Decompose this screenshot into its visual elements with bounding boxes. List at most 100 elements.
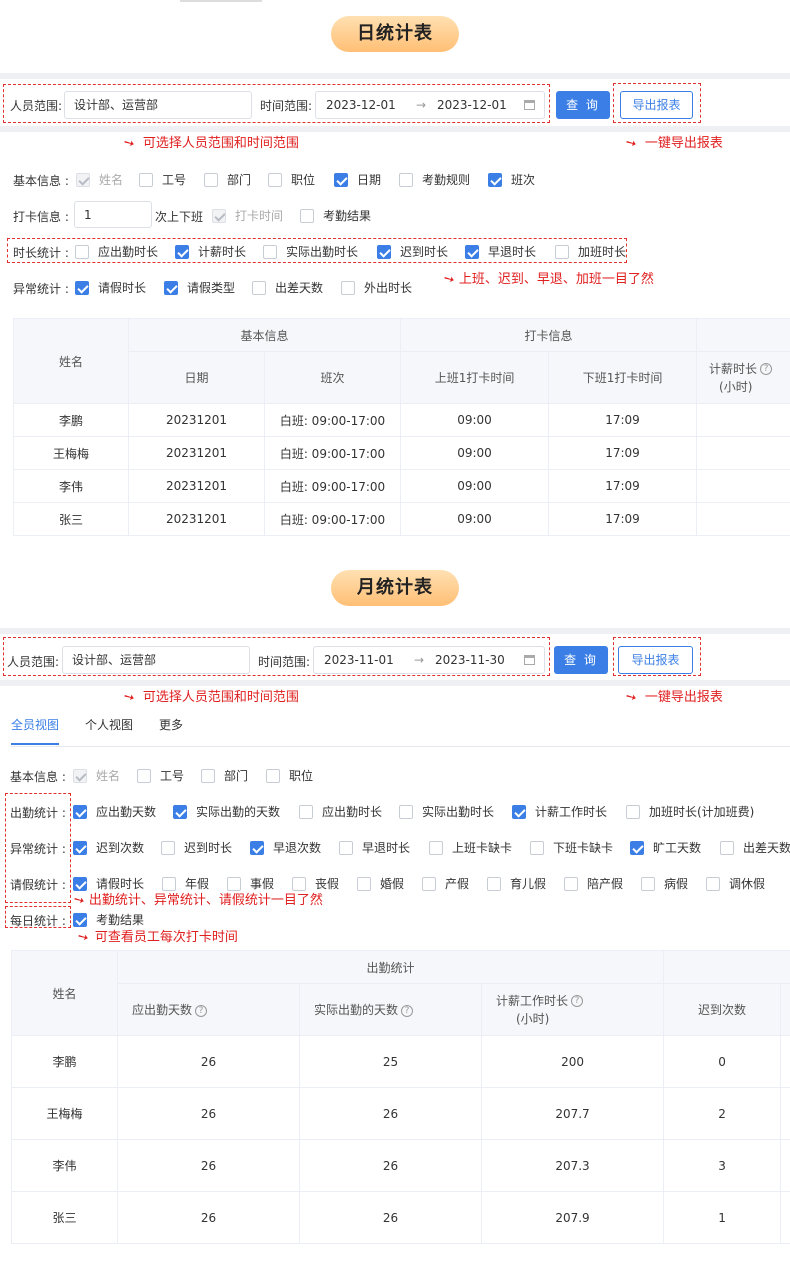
punch-count-input[interactable]: 1 <box>74 201 152 228</box>
help-icon[interactable]: ? <box>760 363 773 375</box>
tab-全员视图[interactable]: 全员视图 <box>11 716 60 745</box>
checkbox-班次[interactable]: 班次 <box>488 171 535 188</box>
checkmark-icon <box>630 840 644 855</box>
checkmark-icon <box>73 768 87 783</box>
note-daily: ➘ 可查看员工每次打卡时间 <box>74 928 238 947</box>
group-attend: 出勤统计 <box>116 950 665 984</box>
checkbox-请假时长[interactable]: 请假时长 <box>75 279 146 296</box>
checkbox-应出勤时长[interactable]: 应出勤时长 <box>75 243 158 260</box>
note-range: ➘ 可选择人员范围和时间范围 <box>120 688 299 707</box>
checkbox-工号[interactable]: 工号 <box>137 767 184 784</box>
checkmark-icon <box>73 840 87 855</box>
cell-name: 张三 <box>13 502 129 536</box>
divider <box>0 628 790 634</box>
cell-name: 李伟 <box>13 469 129 503</box>
date-range-picker[interactable]: 2023-11-01 → 2023-11-30 <box>313 646 545 674</box>
range-input[interactable]: 设计部、运营部 <box>64 91 252 119</box>
checkbox-实际出勤时长[interactable]: 实际出勤时长 <box>263 243 358 260</box>
checkbox-事假[interactable]: 事假 <box>227 875 274 892</box>
help-icon[interactable]: ? <box>571 995 584 1007</box>
punch-label: 打卡信息 : <box>13 210 69 224</box>
checkbox-工号[interactable]: 工号 <box>139 171 186 188</box>
checkbox-部门[interactable]: 部门 <box>204 171 251 188</box>
checkmark-icon <box>334 172 348 187</box>
checkbox-产假[interactable]: 产假 <box>422 875 469 892</box>
checkbox-旷工天数[interactable]: 旷工天数 <box>630 839 701 856</box>
checkbox-label: 班次 <box>511 173 536 187</box>
checkbox-label: 部门 <box>227 173 252 187</box>
cell-name: 李伟 <box>11 1139 118 1192</box>
checkbox-考勤规则[interactable]: 考勤规则 <box>399 171 470 188</box>
checkmark-icon <box>377 244 391 259</box>
export-button[interactable]: 导出报表 <box>620 91 693 119</box>
abnormal-label: 异常统计 : <box>10 842 66 856</box>
checkbox-早退时长[interactable]: 早退时长 <box>339 839 410 856</box>
checkbox-考勤结果[interactable]: 考勤结果 <box>73 911 144 928</box>
table-row: 王梅梅 26 26 207.7 2 <box>11 1087 790 1140</box>
checkbox-出差天数[interactable]: 出差天数 <box>252 279 323 296</box>
checkbox-职位[interactable]: 职位 <box>268 171 315 188</box>
checkbox-加班时长(计加班费)[interactable]: 加班时长(计加班费) <box>626 803 754 820</box>
checkbox-实际出勤时长[interactable]: 实际出勤时长 <box>399 803 494 820</box>
checkbox-label: 部门 <box>224 769 249 783</box>
checkbox-empty-icon <box>641 876 655 891</box>
tab-更多[interactable]: 更多 <box>159 716 183 745</box>
table-row: 张三20231201白班: 09:00-17:0009:0017:098 <box>13 502 790 536</box>
cell-should: 26 <box>117 1191 300 1244</box>
checkbox-迟到次数[interactable]: 迟到次数 <box>73 839 144 856</box>
range-input[interactable]: 设计部、运营部 <box>62 646 250 674</box>
punch-suffix: 次上下班 <box>155 210 204 224</box>
checkbox-日期[interactable]: 日期 <box>334 171 381 188</box>
checkbox-早退时长[interactable]: 早退时长 <box>465 243 536 260</box>
checkbox-请假类型[interactable]: 请假类型 <box>164 279 235 296</box>
cell-out: 17:09 <box>548 403 698 437</box>
checkbox-年假[interactable]: 年假 <box>162 875 209 892</box>
checkbox-育儿假[interactable]: 育儿假 <box>487 875 546 892</box>
query-button[interactable]: 查 询 <box>556 91 610 119</box>
query-button[interactable]: 查 询 <box>554 646 608 674</box>
help-icon[interactable]: ? <box>195 1004 208 1017</box>
checkbox-计薪工作时长[interactable]: 计薪工作时长 <box>512 803 607 820</box>
date-sep: → <box>414 653 425 667</box>
tabs-underline <box>11 746 790 747</box>
checkbox-考勤结果[interactable]: 考勤结果 <box>300 207 371 224</box>
checkbox-label: 迟到次数 <box>96 841 145 855</box>
checkbox-加班时长[interactable]: 加班时长 <box>555 243 626 260</box>
range-label: 人员范围: <box>10 99 63 113</box>
checkbox-label: 实际出勤的天数 <box>196 805 281 819</box>
checkbox-下班卡缺卡[interactable]: 下班卡缺卡 <box>530 839 613 856</box>
checkbox-出差天数[interactable]: 出差天数 <box>720 839 790 856</box>
checkbox-label: 调休假 <box>729 877 766 891</box>
export-button[interactable]: 导出报表 <box>618 646 693 674</box>
checkmark-icon <box>73 876 87 891</box>
checkbox-陪产假[interactable]: 陪产假 <box>564 875 623 892</box>
checkbox-应出勤天数[interactable]: 应出勤天数 <box>73 803 156 820</box>
checkbox-label: 产假 <box>445 877 470 891</box>
checkbox-迟到时长[interactable]: 迟到时长 <box>377 243 448 260</box>
checkbox-label: 迟到时长 <box>400 245 449 259</box>
arrow-icon: ➘ <box>74 928 92 947</box>
checkbox-label: 职位 <box>289 769 314 783</box>
checkbox-早退次数[interactable]: 早退次数 <box>250 839 321 856</box>
checkbox-label: 职位 <box>291 173 316 187</box>
checkbox-迟到时长[interactable]: 迟到时长 <box>161 839 232 856</box>
checkbox-empty-icon <box>706 876 720 891</box>
date-range-picker[interactable]: 2023-12-01 → 2023-12-01 <box>315 91 545 119</box>
tab-个人视图[interactable]: 个人视图 <box>85 716 133 745</box>
help-icon[interactable]: ? <box>401 1004 414 1017</box>
cell-actual: 25 <box>299 1035 482 1088</box>
checkbox-婚假[interactable]: 婚假 <box>357 875 404 892</box>
checkbox-外出时长[interactable]: 外出时长 <box>341 279 412 296</box>
checkbox-实际出勤的天数[interactable]: 实际出勤的天数 <box>173 803 280 820</box>
cell-out: 17:09 <box>548 436 698 470</box>
checkbox-label: 工号 <box>162 173 187 187</box>
checkbox-调休假[interactable]: 调休假 <box>706 875 765 892</box>
checkbox-丧假[interactable]: 丧假 <box>292 875 339 892</box>
checkbox-部门[interactable]: 部门 <box>201 767 248 784</box>
checkbox-职位[interactable]: 职位 <box>266 767 313 784</box>
checkbox-病假[interactable]: 病假 <box>641 875 688 892</box>
checkbox-请假时长[interactable]: 请假时长 <box>73 875 144 892</box>
checkbox-应出勤时长[interactable]: 应出勤时长 <box>299 803 382 820</box>
checkbox-计薪时长[interactable]: 计薪时长 <box>175 243 246 260</box>
checkbox-上班卡缺卡[interactable]: 上班卡缺卡 <box>429 839 512 856</box>
